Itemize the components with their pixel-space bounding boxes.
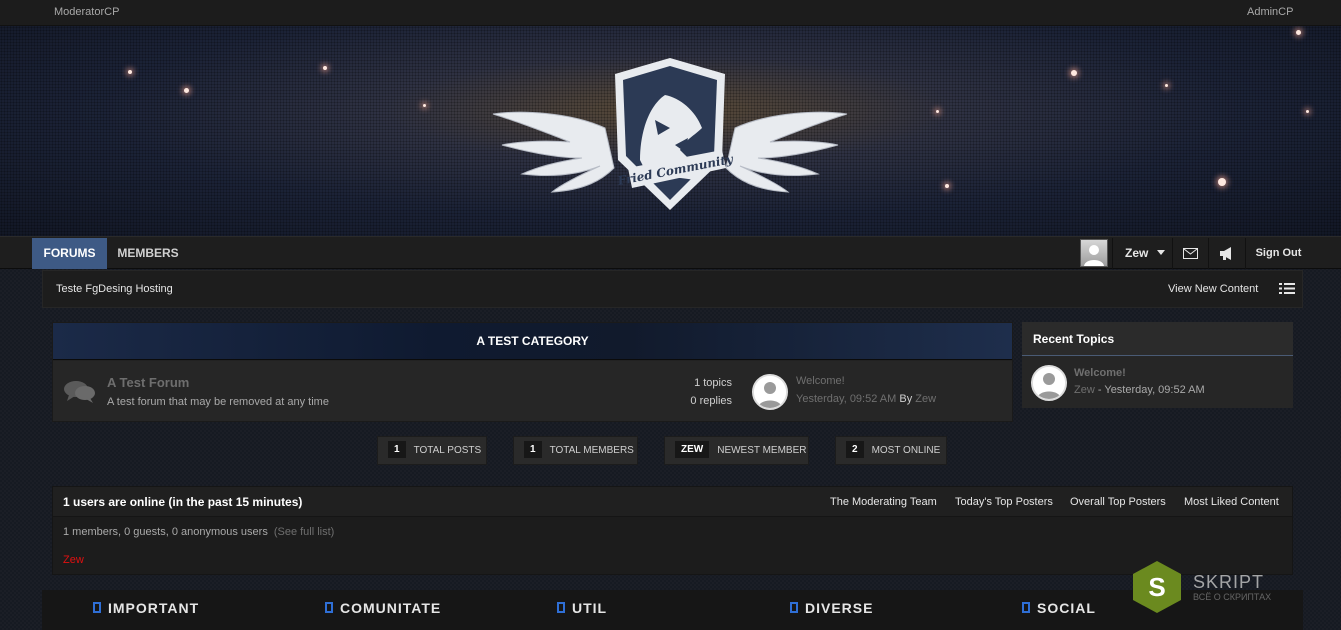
recent-topics-title: Recent Topics: [1022, 322, 1293, 356]
star: [1218, 178, 1226, 186]
recent-topic-author[interactable]: Zew: [1074, 384, 1095, 396]
forum-category: A TEST CATEGORY A Test Forum A test foru…: [52, 322, 1013, 422]
footer-important[interactable]: IMPORTANT: [93, 600, 199, 616]
most-liked-content-link[interactable]: Most Liked Content: [1184, 487, 1279, 517]
footer-label: SOCIAL: [1037, 600, 1096, 616]
online-summary: 1 members, 0 guests, 0 anonymous users (S…: [63, 526, 334, 538]
star: [1071, 70, 1077, 76]
star: [423, 104, 426, 107]
tab-members[interactable]: MEMBERS: [108, 238, 188, 269]
stat-total-members: 1 TOTAL MEMBERS: [513, 436, 638, 465]
recent-topic-avatar[interactable]: [1031, 365, 1067, 401]
mail-icon[interactable]: [1172, 238, 1208, 269]
forum-description: A test forum that may be removed at any …: [107, 396, 329, 408]
footer-label: DIVERSE: [805, 600, 874, 616]
forum-row: A Test Forum A test forum that may be re…: [53, 361, 1012, 421]
recent-topics-widget: Recent Topics Welcome! Zew - Yesterday, …: [1022, 322, 1293, 408]
footer-label: COMUNITATE: [340, 600, 442, 616]
watermark: S SKRIPT ВСЁ О СКРИПТАХ: [1133, 561, 1333, 621]
watermark-text: SKRIPT: [1193, 572, 1265, 592]
star: [323, 66, 327, 70]
watermark-subtext: ВСЁ О СКРИПТАХ: [1193, 592, 1272, 602]
stat-value: 2: [846, 441, 864, 458]
footer-bar: IMPORTANT COMUNITATE UTIL DIVERSE SOCIAL: [42, 590, 1303, 630]
forum-replies-count: 0 replies: [690, 395, 732, 407]
footer-label: UTIL: [572, 600, 608, 616]
square-icon: [325, 602, 333, 613]
user-menu[interactable]: Zew: [1112, 238, 1170, 269]
view-new-content-link[interactable]: View New Content: [1168, 283, 1258, 295]
star: [1306, 110, 1309, 113]
community-logo[interactable]: Fried Community: [490, 50, 850, 230]
user-avatar[interactable]: [1080, 239, 1108, 267]
breadcrumb-home[interactable]: Teste FgDesing Hosting: [56, 283, 173, 295]
watermark-logo-icon: S: [1133, 561, 1181, 613]
last-post-author[interactable]: Zew: [915, 393, 936, 405]
star: [1296, 30, 1301, 35]
stat-label: MOST ONLINE: [871, 445, 941, 456]
online-users-block: 1 users are online (in the past 15 minut…: [52, 486, 1293, 575]
moderating-team-link[interactable]: The Moderating Team: [830, 487, 937, 517]
square-icon: [557, 602, 565, 613]
stat-value[interactable]: ZEW: [675, 441, 710, 458]
chat-bubbles-icon: [64, 381, 95, 403]
online-users-title: 1 users are online (in the past 15 minut…: [63, 495, 303, 509]
footer-social[interactable]: SOCIAL: [1022, 600, 1096, 616]
last-post-time: Yesterday, 09:52 AM: [796, 393, 897, 405]
online-counts: 1 members, 0 guests, 0 anonymous users: [63, 526, 268, 538]
username: Zew: [1125, 246, 1149, 260]
last-post-by: By: [899, 393, 913, 405]
square-icon: [790, 602, 798, 613]
stat-label: TOTAL POSTS: [413, 445, 482, 456]
todays-top-posters-link[interactable]: Today's Top Posters: [955, 487, 1053, 517]
header-banner: Fried Community: [0, 26, 1341, 236]
top-bar: ModeratorCP AdminCP: [0, 0, 1341, 26]
forum-title[interactable]: A Test Forum: [107, 375, 189, 390]
star: [184, 88, 189, 93]
chevron-down-icon: [1156, 250, 1165, 255]
category-title[interactable]: A TEST CATEGORY: [53, 323, 1012, 360]
admincp-link[interactable]: AdminCP: [1247, 6, 1293, 18]
overall-top-posters-link[interactable]: Overall Top Posters: [1070, 487, 1166, 517]
footer-diverse[interactable]: DIVERSE: [790, 600, 873, 616]
online-users-header: 1 users are online (in the past 15 minut…: [53, 487, 1292, 517]
stat-value: 1: [388, 441, 406, 458]
last-post-avatar[interactable]: [752, 374, 788, 410]
last-post-title[interactable]: Welcome!: [796, 375, 845, 387]
sign-out-button[interactable]: Sign Out: [1245, 238, 1311, 269]
see-full-list-link[interactable]: (See full list): [274, 526, 335, 538]
last-post-meta: Yesterday, 09:52 AM By Zew: [796, 393, 936, 405]
star: [1165, 84, 1168, 87]
list-icon[interactable]: [1279, 282, 1295, 295]
stat-label: NEWEST MEMBER: [717, 445, 807, 456]
megaphone-icon[interactable]: [1208, 238, 1244, 269]
star: [128, 70, 132, 74]
footer-util[interactable]: UTIL: [557, 600, 607, 616]
recent-topic-time: - Yesterday, 09:52 AM: [1097, 384, 1205, 396]
star: [936, 110, 939, 113]
stat-value: 1: [524, 441, 542, 458]
stat-label: TOTAL MEMBERS: [549, 445, 634, 456]
square-icon: [1022, 602, 1030, 613]
stat-newest-member: ZEW NEWEST MEMBER: [664, 436, 809, 465]
stat-total-posts: 1 TOTAL POSTS: [377, 436, 487, 465]
recent-topic-meta: Zew - Yesterday, 09:52 AM: [1074, 384, 1205, 396]
stat-most-online: 2 MOST ONLINE: [835, 436, 947, 465]
footer-label: IMPORTANT: [108, 600, 200, 616]
footer-comunitate[interactable]: COMUNITATE: [325, 600, 441, 616]
main-nav: FORUMS MEMBERS Zew Sign Out: [0, 236, 1341, 269]
online-user-link[interactable]: Zew: [63, 554, 84, 566]
star: [945, 184, 949, 188]
moderatorcp-link[interactable]: ModeratorCP: [54, 6, 119, 18]
tab-forums[interactable]: FORUMS: [32, 238, 107, 269]
breadcrumb: Teste FgDesing Hosting View New Content: [42, 270, 1303, 308]
square-icon: [93, 602, 101, 613]
recent-topic-title[interactable]: Welcome!: [1074, 367, 1126, 379]
forum-topics-count: 1 topics: [694, 377, 732, 389]
